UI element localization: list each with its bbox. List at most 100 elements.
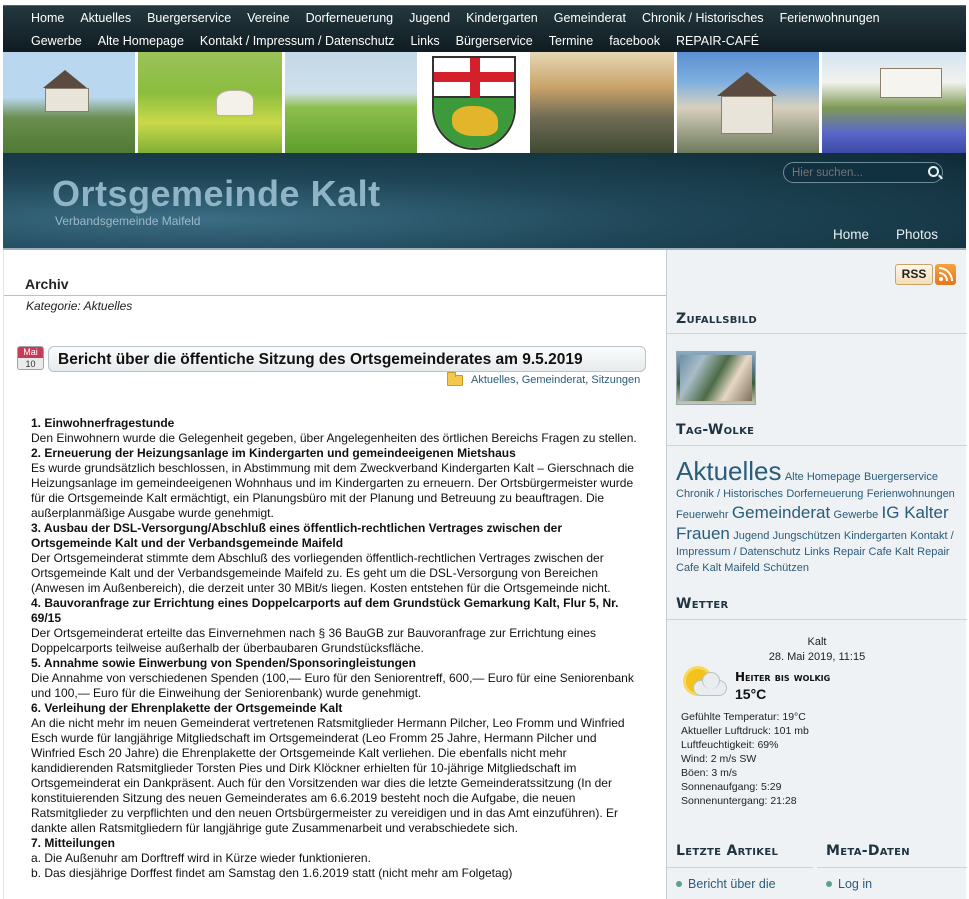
tag-link[interactable]: Schützen xyxy=(763,562,809,574)
post-title-box: Bericht über die öffentiche Sitzung des … xyxy=(48,346,646,372)
random-image-title: Zufallsbild xyxy=(676,311,757,327)
tag-link[interactable]: Gewerbe xyxy=(834,509,879,521)
tag-link[interactable]: Repair Cafe Kalt xyxy=(833,546,914,558)
nav-item-links[interactable]: Links xyxy=(410,34,439,48)
horses-photo xyxy=(138,52,285,153)
meta-data-title: Meta-Daten xyxy=(826,843,910,859)
weather-place: Kalt xyxy=(807,636,827,648)
random-image-thumbnail[interactable] xyxy=(676,351,756,405)
tag-link[interactable]: Kindergarten xyxy=(844,530,907,542)
divider xyxy=(667,867,813,868)
archive-category: Kategorie: Aktuelles xyxy=(26,299,133,313)
tag-cloud: Aktuelles Alte Homepage Buergerservice C… xyxy=(676,456,961,576)
header-link-photos[interactable]: Photos xyxy=(896,227,938,242)
coat-of-arms-icon xyxy=(431,55,516,150)
tag-link[interactable]: Jungschützen xyxy=(773,530,841,542)
folder-icon xyxy=(447,371,463,386)
site-subtitle: Verbandsgemeinde Maifeld xyxy=(55,214,201,228)
nav-item-gewerbe[interactable]: Gewerbe xyxy=(31,34,82,48)
rss-feed-icon[interactable] xyxy=(935,264,956,285)
tag-link[interactable]: Feuerwehr xyxy=(676,509,729,521)
weather-title: Wetter xyxy=(676,596,729,612)
nav-item-gemeinderat[interactable]: Gemeinderat xyxy=(554,11,626,25)
nav-item-chronik[interactable]: Chronik / Historisches xyxy=(642,11,764,25)
tag-link[interactable]: Ferienwohnungen xyxy=(867,488,955,500)
post-paragraph: Der Ortsgemeinderat erteilte das Einvern… xyxy=(31,626,596,655)
post-paragraph: Die Annahme von verschiedenen Spenden (1… xyxy=(31,671,634,700)
divider xyxy=(817,867,967,868)
nav-item-ferienwohnungen[interactable]: Ferienwohnungen xyxy=(780,11,880,25)
post-title[interactable]: Bericht über die öffentiche Sitzung des … xyxy=(58,351,583,369)
search-icon[interactable] xyxy=(928,166,939,177)
latest-article-item[interactable]: Bericht über die xyxy=(676,877,776,891)
nav-item-buergerservice[interactable]: Buergerservice xyxy=(147,11,231,25)
post-paragraph: b. Das diesjährige Dorffest findet am Sa… xyxy=(31,866,513,880)
bullet-icon xyxy=(826,881,832,887)
coat-of-arms-image xyxy=(420,52,530,153)
latest-articles-title: Letzte Artikel xyxy=(676,843,779,859)
weather-details: Gefühlte Temperatur: 19°C Aktueller Luft… xyxy=(681,710,809,808)
weather-detail-line: Luftfeuchtigkeit: 69% xyxy=(681,739,779,751)
weather-detail-line: Gefühlte Temperatur: 19°C xyxy=(681,711,806,723)
post-date-badge: Mai 10 xyxy=(17,346,44,370)
flowers-photo xyxy=(822,52,966,153)
nav-item-repair-cafe[interactable]: REPAIR-CAFÉ xyxy=(676,34,759,48)
nav-row-2: Gewerbe Alte Homepage Kontakt / Impressu… xyxy=(31,30,966,52)
header-links: Home Photos xyxy=(806,227,938,242)
weather-detail-line: Aktueller Luftdruck: 101 mb xyxy=(681,725,809,737)
church-photo xyxy=(3,52,138,153)
nav-item-aktuelles[interactable]: Aktuelles xyxy=(80,11,131,25)
separator: , xyxy=(585,374,589,386)
post-heading: 1. Einwohnerfragestunde xyxy=(31,416,175,430)
sidebar: RSS Zufallsbild Tag-Wolke Aktuelles Alte… xyxy=(666,250,967,899)
main-content: Archiv Kategorie: Aktuelles Mai 10 Beric… xyxy=(3,250,666,899)
tag-link[interactable]: Aktuelles xyxy=(676,456,782,486)
tag-link[interactable]: Alte Homepage xyxy=(785,471,861,483)
nav-item-dorferneuerung[interactable]: Dorferneuerung xyxy=(306,11,394,25)
tag-link[interactable]: Links xyxy=(804,546,830,558)
post-date-month: Mai xyxy=(18,347,43,358)
tag-link[interactable]: Jugend xyxy=(733,530,769,542)
header-link-home[interactable]: Home xyxy=(833,227,869,242)
nav-item-kontakt[interactable]: Kontakt / Impressum / Datenschutz xyxy=(200,34,395,48)
weather-detail-line: Böen: 3 m/s xyxy=(681,767,738,779)
nav-item-jugend[interactable]: Jugend xyxy=(409,11,450,25)
tag-link[interactable]: Chronik / Historisches xyxy=(676,488,783,500)
post-paragraph: An die nicht mehr im neuen Gemeinderat v… xyxy=(31,716,625,835)
separator: , xyxy=(515,374,519,386)
rss-button[interactable]: RSS xyxy=(895,264,933,285)
post-paragraph: Den Einwohnern wurde die Gelegenheit geg… xyxy=(31,431,637,445)
site-title[interactable]: Ortsgemeinde Kalt xyxy=(52,173,381,215)
nav-item-vereine[interactable]: Vereine xyxy=(247,11,289,25)
nav-item-alte-homepage[interactable]: Alte Homepage xyxy=(98,34,184,48)
divider xyxy=(667,619,967,620)
nav-item-kindergarten[interactable]: Kindergarten xyxy=(466,11,538,25)
post-paragraph: a. Die Außenuhr am Dorftreff wird in Kür… xyxy=(31,851,371,865)
playground-photo xyxy=(285,52,420,153)
weather-temperature: 15°C xyxy=(735,686,767,702)
post-heading: 7. Mitteilungen xyxy=(31,836,115,850)
post-category-link[interactable]: Gemeinderat xyxy=(522,374,586,386)
tag-link[interactable]: Dorferneuerung xyxy=(786,488,863,500)
nav-item-buergerservice-2[interactable]: Bürgerservice xyxy=(456,34,533,48)
search-input[interactable] xyxy=(783,162,943,183)
post-category-link[interactable]: Sitzungen xyxy=(591,374,640,386)
divider xyxy=(667,333,967,334)
post-heading: 3. Ausbau der DSL-Versorgung/Abschluß ei… xyxy=(31,521,563,550)
nav-item-facebook[interactable]: facebook xyxy=(609,34,660,48)
nav-item-termine[interactable]: Termine xyxy=(549,34,593,48)
meta-item[interactable]: Log in xyxy=(826,877,872,891)
tag-link[interactable]: Gemeinderat xyxy=(732,503,830,522)
divider xyxy=(4,295,666,296)
nav-item-home[interactable]: Home xyxy=(31,11,64,25)
cloud-icon xyxy=(693,672,727,696)
login-link[interactable]: Log in xyxy=(838,877,872,891)
latest-article-link[interactable]: Bericht über die xyxy=(688,877,776,891)
tag-link[interactable]: Buergerservice xyxy=(864,471,938,483)
post-category-link[interactable]: Aktuelles xyxy=(471,374,516,386)
header-photo-strip xyxy=(3,52,966,153)
post-body: 1. Einwohnerfragestunde Den Einwohnern w… xyxy=(31,416,639,881)
village-square-photo xyxy=(530,52,677,153)
weather-detail-line: Sonnenuntergang: 21:28 xyxy=(681,795,797,807)
post-heading: 6. Verleihung der Ehrenplakette der Orts… xyxy=(31,701,343,715)
